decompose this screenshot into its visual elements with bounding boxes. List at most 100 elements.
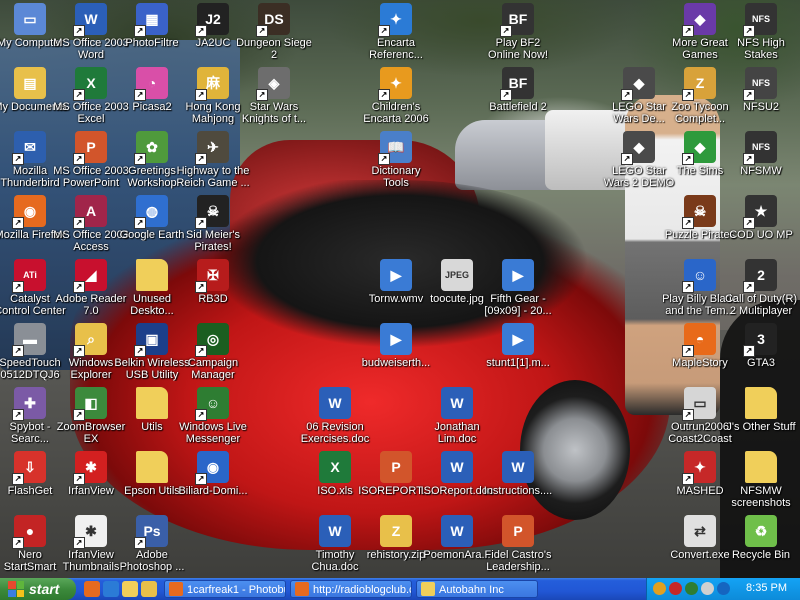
shortcut-arrow-icon: ↗	[743, 25, 755, 37]
nfsu2-icon: NFS ↗	[743, 67, 777, 101]
volume-icon[interactable]	[701, 582, 714, 595]
desktop-icon[interactable]: ▶ stunt1[1].m...	[480, 323, 556, 369]
shortcut-arrow-icon: ↗	[134, 153, 146, 165]
desktop-icon-label: Recycle Bin	[731, 549, 791, 561]
desktop-icon[interactable]: NFS ↗ NFSU2	[723, 67, 799, 113]
word-doc-icon: W	[441, 387, 473, 419]
desktop-icon[interactable]: ✈ ↗ Highway to the Reich Game ...	[175, 131, 251, 189]
desktop-icon-label: Star Wars Knights of t...	[241, 101, 307, 125]
network-icon[interactable]	[653, 582, 666, 595]
taskbar-button[interactable]: Autobahn Inc	[416, 580, 538, 598]
shortcut-arrow-icon: ↗	[12, 281, 24, 293]
media-icon[interactable]	[141, 581, 157, 597]
start-button[interactable]: start	[0, 578, 76, 600]
shortcut-arrow-icon: ↗	[682, 345, 694, 357]
shortcut-arrow-icon: ↗	[73, 153, 85, 165]
shortcut-arrow-icon: ↗	[378, 25, 390, 37]
folder-icon	[745, 387, 777, 419]
desktop-icon[interactable]: BF ↗ Battlefield 2	[480, 67, 556, 113]
shortcut-arrow-icon: ↗	[73, 25, 85, 37]
folder-icon	[136, 259, 168, 291]
folder-icon[interactable]	[122, 581, 138, 597]
firefox-icon: ◉ ↗	[12, 195, 46, 229]
desktop-icon[interactable]: W Instructions....	[480, 451, 556, 497]
desktop-icon[interactable]: Ps ↗ Adobe Photoshop ...	[114, 515, 190, 573]
desktop-icon[interactable]: BF ↗ Play BF2 Online Now!	[480, 3, 556, 61]
desktop-icon[interactable]: ◈ ↗ Star Wars Knights of t...	[236, 67, 312, 125]
cod-uo-icon: ★ ↗	[743, 195, 777, 229]
ja2uc-icon: J2 ↗	[195, 3, 229, 37]
desktop-icon-label: NFSMW	[740, 165, 782, 177]
desktop-icon-label: RB3D	[198, 293, 228, 305]
security-icon[interactable]	[669, 582, 682, 595]
firefox-icon[interactable]	[84, 581, 100, 597]
desktop-icon-label: 06 Revision Exercises.doc	[300, 421, 370, 445]
desktop-icon-label: Call of Duty(R) 2 Multiplayer	[724, 293, 798, 317]
shortcut-arrow-icon: ↗	[621, 153, 633, 165]
desktop-icon-label: Battlefield 2	[489, 101, 547, 113]
folder-icon	[136, 387, 168, 419]
irfanview-thumbnails-icon: ✱ ↗	[73, 515, 107, 549]
desktop-icon-label: stunt1[1].m...	[486, 357, 550, 369]
desktop-icon[interactable]: P Fidel Castro's Leadership...	[480, 515, 556, 573]
desktop-icon[interactable]: ☺ ↗ Windows Live Messenger	[175, 387, 251, 445]
desktop-icon[interactable]: 3 ↗ GTA3	[723, 323, 799, 369]
desktop-icon[interactable]: ♻ Recycle Bin	[723, 515, 799, 561]
desktop-icon[interactable]: ★ ↗ COD UO MP	[723, 195, 799, 241]
desktop-icon[interactable]: J's Other Stuff	[723, 387, 799, 433]
ie-icon[interactable]	[103, 581, 119, 597]
desktop-icon[interactable]: ▶ Fifth Gear - [09x09] - 20...	[480, 259, 556, 317]
desktop-icon[interactable]: W Jonathan Lim.doc	[419, 387, 495, 445]
clock[interactable]: 8:35 PM	[746, 582, 787, 594]
messenger-tray-icon[interactable]	[685, 582, 698, 595]
desktop-icon[interactable]: ✦ ↗ Children's Encarta 2006	[358, 67, 434, 125]
desktop-icon[interactable]: ◉ ↗ Biliard-Domi...	[175, 451, 251, 497]
kotor-icon: ◈ ↗	[256, 67, 290, 101]
shortcut-arrow-icon: ↗	[500, 89, 512, 101]
shortcut-arrow-icon: ↗	[378, 89, 390, 101]
desktop-icon[interactable]: ✦ ↗ Encarta Referenc...	[358, 3, 434, 61]
lego-star-wars-2-icon: ◆ ↗	[621, 131, 655, 165]
desktop-icon[interactable]: NFSMW screenshots	[723, 451, 799, 509]
excel-icon: X ↗	[73, 67, 107, 101]
desktop-icon[interactable]: ☠ ↗ Sid Meier's Pirates!	[175, 195, 251, 253]
shield-tray-icon[interactable]	[717, 582, 730, 595]
shortcut-arrow-icon: ↗	[682, 89, 694, 101]
adobe-reader-icon: ◢ ↗	[73, 259, 107, 293]
thunderbird-icon: ✉ ↗	[12, 131, 46, 165]
desktop-icon[interactable]: W 06 Revision Exercises.doc	[297, 387, 373, 445]
desktop-icon[interactable]: ▶ budweiserth...	[358, 323, 434, 369]
shortcut-arrow-icon: ↗	[195, 409, 207, 421]
desktop-icon-label: NFS High Stakes	[737, 37, 785, 61]
shortcut-arrow-icon: ↗	[73, 345, 85, 357]
video-file-icon: ▶	[380, 323, 412, 355]
video-file-icon: ▶	[380, 259, 412, 291]
shortcut-arrow-icon: ↗	[134, 537, 146, 549]
folder-icon	[745, 451, 777, 483]
pirates-icon: ☠ ↗	[195, 195, 229, 229]
desktop-icon-label: budweiserth...	[361, 357, 431, 369]
spybot-icon: ✚ ↗	[12, 387, 46, 421]
shortcut-arrow-icon: ↗	[12, 345, 24, 357]
taskbar-button[interactable]: 1carfreak1 - Photobu...	[164, 580, 286, 598]
folder-icon	[136, 451, 168, 483]
system-tray: 8:35 PM	[646, 578, 800, 600]
desktop-icon-label: NFSU2	[742, 101, 780, 113]
billy-blade-icon: ☺ ↗	[682, 259, 716, 293]
shortcut-arrow-icon: ↗	[134, 25, 146, 37]
shortcut-arrow-icon: ↗	[12, 217, 24, 229]
desktop-icon[interactable]: NFS ↗ NFS High Stakes	[723, 3, 799, 61]
desktop-icon[interactable]: ◎ ↗ Campaign Manager	[175, 323, 251, 381]
desktop-icon[interactable]: DS ↗ Dungeon Siege 2	[236, 3, 312, 61]
taskbar-button[interactable]: http://radioblogclub.c...	[290, 580, 412, 598]
shortcut-arrow-icon: ↗	[73, 89, 85, 101]
word-doc-icon: W	[502, 451, 534, 483]
messenger-icon: ☺ ↗	[195, 387, 229, 421]
desktop-icon[interactable]: NFS ↗ NFSMW	[723, 131, 799, 177]
desktop-icon[interactable]: 📖 ↗ Dictionary Tools	[358, 131, 434, 189]
sims-icon: ◆ ↗	[682, 131, 716, 165]
desktop-icon[interactable]: 2 ↗ Call of Duty(R) 2 Multiplayer	[723, 259, 799, 317]
shortcut-arrow-icon: ↗	[134, 89, 146, 101]
shortcut-arrow-icon: ↗	[743, 217, 755, 229]
desktop-icon[interactable]: ✠ ↗ RB3D	[175, 259, 251, 305]
